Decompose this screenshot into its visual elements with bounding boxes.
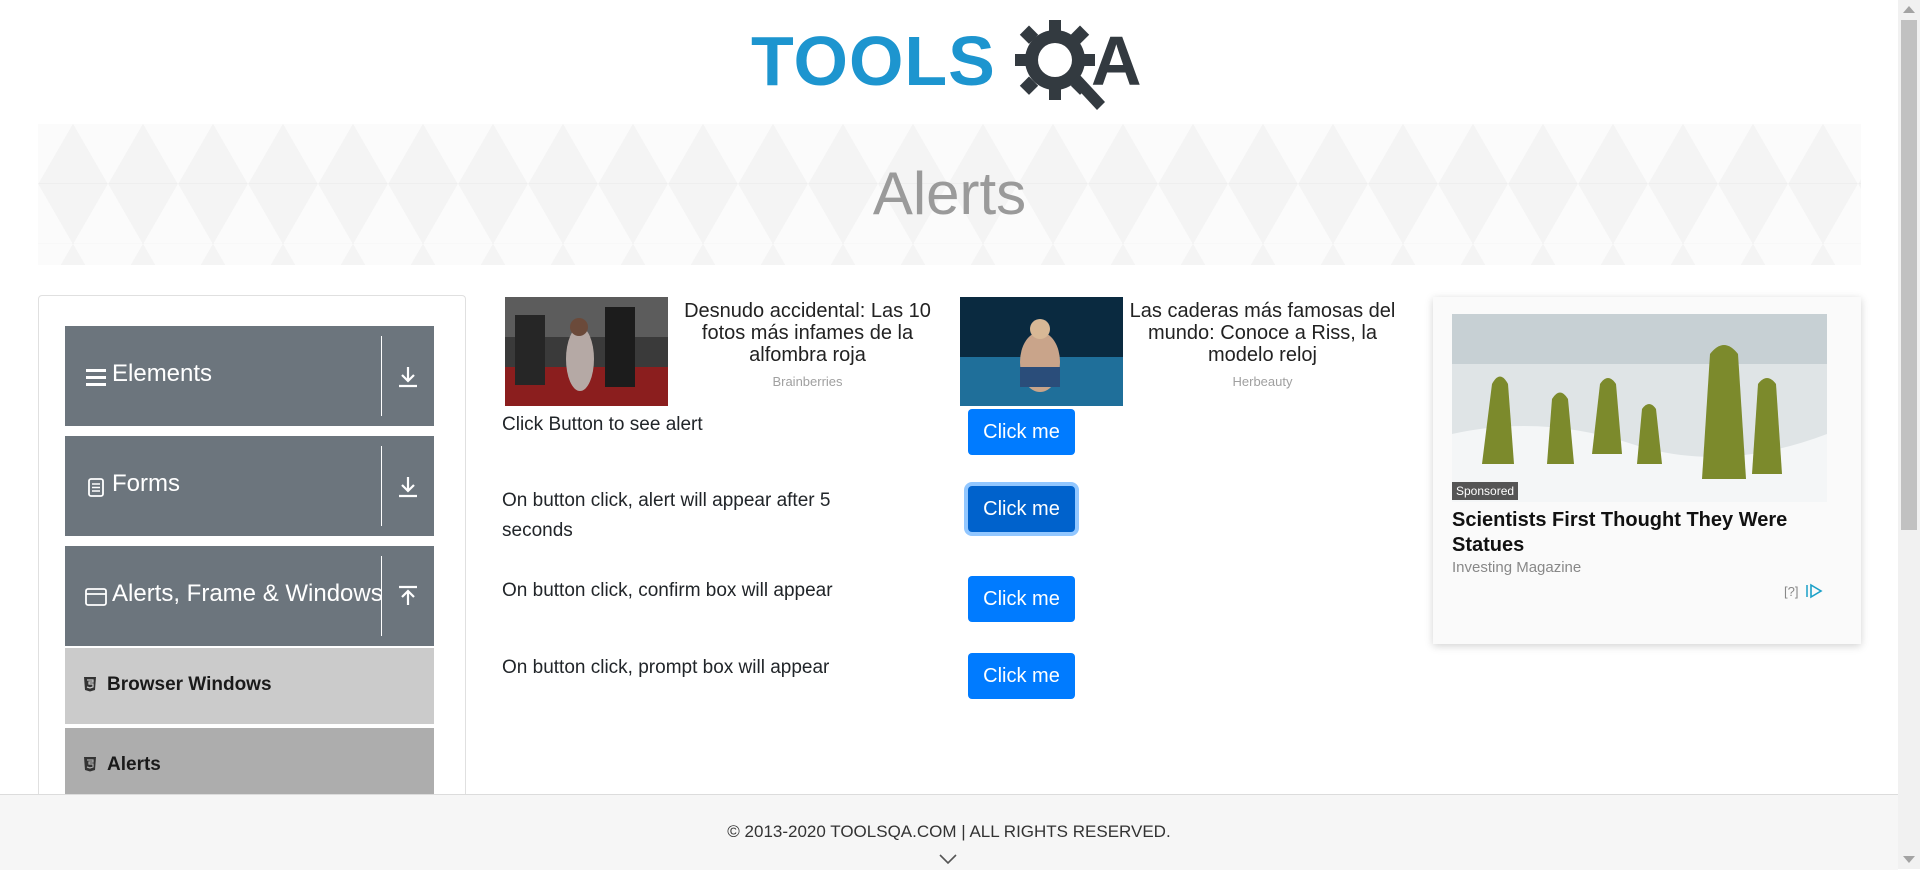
- ad-source: Herbeauty: [1232, 374, 1293, 389]
- logo-letter-a: A: [1091, 22, 1142, 100]
- sidebar: Elements Forms Alerts, Frame & Windows B…: [38, 295, 466, 816]
- native-ad-1[interactable]: Desnudo accidental: Las 10 fotos más inf…: [505, 297, 945, 407]
- adchoices-icon[interactable]: [1805, 583, 1825, 599]
- sidebar-group-label: Forms: [112, 470, 180, 497]
- sidebar-group-label: Alerts, Frame & Windows: [112, 580, 383, 607]
- sidebar-group-label: Elements: [112, 360, 213, 387]
- sidebar-group-alerts-frame-windows[interactable]: Alerts, Frame & Windows: [65, 546, 434, 646]
- ad-title[interactable]: Las caderas más famosas del mundo: Conoc…: [1125, 300, 1400, 366]
- document-icon: [88, 478, 104, 497]
- sidebar-item-browser-windows[interactable]: Browser Windows: [65, 648, 434, 724]
- upload-icon[interactable]: [395, 584, 421, 610]
- ad-help-link[interactable]: [?]: [1784, 584, 1798, 599]
- sidebar-group-elements[interactable]: Elements: [65, 326, 434, 426]
- ad-thumbnail-image: [505, 297, 668, 406]
- timer-alert-button[interactable]: Click me: [968, 486, 1075, 532]
- sidebar-item-label: Browser Windows: [107, 674, 272, 695]
- scroll-up-arrow-icon[interactable]: [1903, 6, 1915, 13]
- divider: [381, 446, 382, 526]
- alert-label-simple: Click Button to see alert: [502, 414, 703, 435]
- footer-copyright: © 2013-2020 TOOLSQA.COM | ALL RIGHTS RES…: [727, 822, 1171, 841]
- logo-word: TOOLS: [751, 22, 996, 100]
- sponsored-ad-card[interactable]: Sponsored Scientists First Thought They …: [1433, 297, 1861, 644]
- html5-icon: [84, 677, 96, 692]
- page-scrollbar[interactable]: [1898, 0, 1920, 869]
- alert-label-confirm: On button click, confirm box will appear: [502, 580, 833, 601]
- sidebar-item-alerts[interactable]: Alerts: [65, 728, 434, 804]
- download-icon[interactable]: [395, 474, 421, 500]
- divider: [381, 556, 382, 636]
- hamburger-icon: [86, 369, 106, 386]
- alert-label-prompt: On button click, prompt box will appear: [502, 657, 830, 678]
- window-icon: [85, 588, 107, 606]
- sidebar-group-forms[interactable]: Forms: [65, 436, 434, 536]
- sponsored-badge: Sponsored: [1452, 482, 1519, 500]
- scroll-down-arrow-icon[interactable]: [1903, 856, 1915, 863]
- page-banner: Alerts: [38, 124, 1861, 265]
- sidebar-item-label: Alerts: [107, 754, 161, 775]
- html5-icon: [84, 757, 96, 772]
- sponsored-title[interactable]: Scientists First Thought They Were Statu…: [1452, 508, 1832, 558]
- scrollbar-thumb[interactable]: [1901, 20, 1917, 530]
- sponsored-ad-image: [1452, 314, 1827, 502]
- ad-thumbnail-image: [960, 297, 1123, 406]
- chevron-down-icon[interactable]: [938, 853, 958, 865]
- sponsored-publisher: Investing Magazine: [1452, 559, 1582, 576]
- native-ad-2[interactable]: Las caderas más famosas del mundo: Conoc…: [960, 297, 1400, 407]
- alert-button[interactable]: Click me: [968, 409, 1075, 455]
- toolsqa-logo[interactable]: TOOLS A: [751, 18, 1151, 112]
- footer: © 2013-2020 TOOLSQA.COM | ALL RIGHTS RES…: [0, 794, 1898, 870]
- divider: [381, 336, 382, 416]
- alert-label-timer: On button click, alert will appear after…: [502, 490, 831, 541]
- page-title: Alerts: [872, 160, 1027, 227]
- confirm-button[interactable]: Click me: [968, 576, 1075, 622]
- download-icon[interactable]: [395, 364, 421, 390]
- prompt-button[interactable]: Click me: [968, 653, 1075, 699]
- ad-title[interactable]: Desnudo accidental: Las 10 fotos más inf…: [670, 300, 945, 366]
- ad-source: Brainberries: [772, 374, 843, 389]
